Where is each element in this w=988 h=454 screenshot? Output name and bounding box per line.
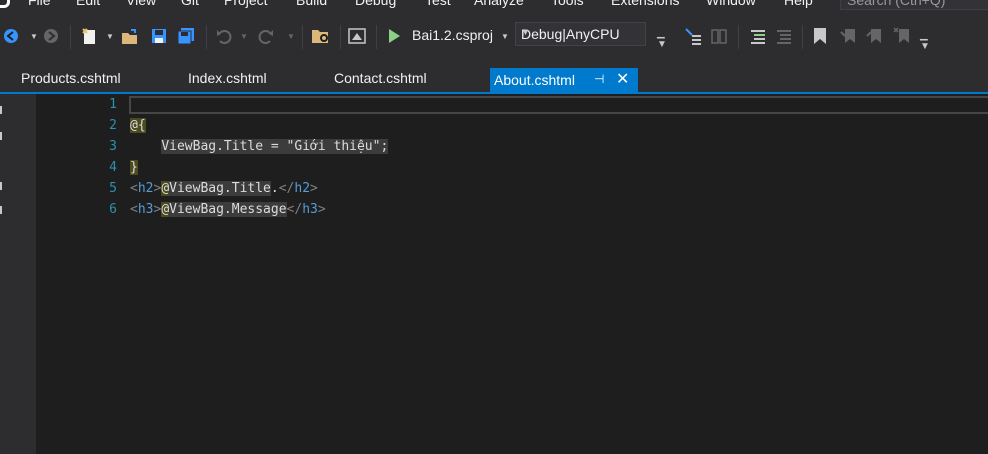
comment-lines-icon[interactable] bbox=[748, 26, 768, 46]
toolbar-options-icon[interactable]: ▁ ▼ bbox=[657, 28, 667, 50]
razor-transition: @ bbox=[161, 202, 170, 217]
razor-expression: ViewBag.Message bbox=[169, 202, 287, 217]
tool-window-strip bbox=[0, 94, 16, 454]
search-placeholder: Search (Ctrl+Q) bbox=[847, 0, 946, 8]
tag-delimiter: < bbox=[130, 181, 138, 196]
startup-project-label[interactable]: Bai1.2.csproj bbox=[412, 27, 493, 43]
solution-configuration-select[interactable]: Debug|AnyCPU ▼ bbox=[515, 22, 646, 46]
indicator-margin bbox=[16, 94, 36, 454]
uncomment-lines-icon[interactable] bbox=[774, 26, 794, 46]
save-icon[interactable] bbox=[150, 27, 168, 45]
step-over-icon[interactable] bbox=[709, 26, 729, 46]
tag-delimiter: </ bbox=[286, 202, 303, 217]
tag-delimiter: < bbox=[130, 202, 138, 217]
visual-studio-logo-icon[interactable] bbox=[0, 0, 10, 8]
redo-dropdown-icon[interactable]: ▼ bbox=[287, 32, 295, 41]
new-dropdown-icon[interactable]: ▼ bbox=[106, 32, 114, 41]
tag-delimiter: > bbox=[317, 202, 326, 217]
line-number: 3 bbox=[109, 139, 117, 154]
csharp-statement: ViewBag.Title = "Giới thiệu"; bbox=[161, 139, 389, 154]
clear-bookmarks-icon[interactable] bbox=[892, 26, 912, 46]
menu-help[interactable]: Help bbox=[784, 0, 813, 8]
back-dropdown-icon[interactable]: ▼ bbox=[30, 32, 38, 41]
document-tab-strip: Products.cshtml Index.cshtml Contact.csh… bbox=[0, 64, 988, 92]
menu-bar: File Edit View Git Project Build Debug T… bbox=[0, 0, 988, 10]
next-bookmark-icon[interactable] bbox=[864, 26, 884, 46]
razor-expression: ViewBag.Title bbox=[169, 181, 271, 196]
menu-extensions[interactable]: Extensions bbox=[611, 0, 679, 8]
tag-name: h3 bbox=[302, 202, 318, 217]
pin-tab-icon[interactable]: ⊣ bbox=[594, 72, 604, 86]
code-line-4: } bbox=[130, 160, 138, 175]
tab-products[interactable]: Products.cshtml bbox=[21, 70, 121, 86]
redo-icon[interactable] bbox=[256, 26, 276, 46]
menu-debug[interactable]: Debug bbox=[355, 0, 396, 8]
tag-name: h2 bbox=[294, 181, 311, 196]
line-number: 5 bbox=[109, 181, 117, 196]
menu-project[interactable]: Project bbox=[224, 0, 268, 8]
undo-dropdown-icon[interactable]: ▼ bbox=[240, 32, 248, 41]
razor-block-open: @{ bbox=[130, 118, 146, 133]
menu-tools[interactable]: Tools bbox=[551, 0, 584, 8]
bookmark-icon[interactable] bbox=[811, 26, 829, 46]
standard-toolbar: ▼ ▼ ▼ ▼ Bai1.2.csproj ▼ Debug|AnyCPU ▼ ▁… bbox=[0, 10, 988, 64]
navigate-back-icon[interactable] bbox=[2, 27, 20, 45]
save-all-icon[interactable] bbox=[176, 26, 196, 46]
start-debugging-icon[interactable] bbox=[386, 27, 402, 45]
close-tab-icon[interactable]: ✕ bbox=[616, 69, 629, 89]
step-into-icon[interactable] bbox=[683, 26, 703, 46]
line-number: 4 bbox=[109, 160, 117, 175]
menu-test[interactable]: Test bbox=[425, 0, 451, 8]
code-line-2: @{ bbox=[130, 118, 146, 133]
search-box[interactable]: Search (Ctrl+Q) bbox=[840, 0, 988, 10]
new-project-icon[interactable] bbox=[80, 26, 100, 46]
current-line-highlight bbox=[129, 96, 988, 114]
tag-delimiter: > bbox=[310, 181, 318, 196]
browser-link-icon[interactable] bbox=[347, 26, 367, 46]
menu-build[interactable]: Build bbox=[296, 0, 327, 8]
undo-icon[interactable] bbox=[214, 26, 234, 46]
tag-name: h3 bbox=[137, 202, 154, 217]
tab-about-label: About.cshtml bbox=[494, 72, 575, 88]
project-dropdown-icon[interactable]: ▼ bbox=[501, 32, 509, 41]
previous-bookmark-icon[interactable] bbox=[838, 26, 858, 46]
menu-window[interactable]: Window bbox=[706, 0, 756, 8]
menu-view[interactable]: View bbox=[126, 0, 156, 8]
menu-file[interactable]: File bbox=[28, 0, 51, 8]
code-editor[interactable]: @{ ViewBag.Title = "Giới thiệu"; } <h2>@… bbox=[124, 94, 988, 454]
menu-analyze[interactable]: Analyze bbox=[474, 0, 524, 8]
line-number: 2 bbox=[109, 118, 117, 133]
text-content: . bbox=[270, 181, 279, 196]
menu-edit[interactable]: Edit bbox=[76, 0, 100, 8]
code-line-3: ViewBag.Title = "Giới thiệu"; bbox=[130, 139, 389, 154]
line-number-gutter: 1 2 3 4 5 6 bbox=[36, 94, 124, 454]
code-line-5: <h2>@ViewBag.Title.</h2> bbox=[130, 181, 318, 196]
navigate-forward-icon[interactable] bbox=[42, 27, 60, 45]
toolbar-overflow-icon[interactable]: ▁ ▼ bbox=[920, 30, 930, 52]
open-file-icon[interactable] bbox=[120, 27, 140, 47]
tag-delimiter: </ bbox=[278, 181, 295, 196]
menu-git[interactable]: Git bbox=[181, 0, 199, 8]
line-number: 1 bbox=[109, 97, 117, 112]
razor-transition: @ bbox=[161, 181, 170, 196]
tab-about[interactable]: About.cshtml ⊣ ✕ bbox=[490, 68, 638, 92]
code-line-6: <h3>@ViewBag.Message</h3> bbox=[130, 202, 326, 217]
tab-contact[interactable]: Contact.cshtml bbox=[334, 70, 427, 86]
tab-index[interactable]: Index.cshtml bbox=[188, 70, 267, 86]
find-in-files-icon[interactable] bbox=[310, 26, 332, 46]
tag-name: h2 bbox=[137, 181, 154, 196]
razor-block-close: } bbox=[130, 160, 138, 175]
line-number: 6 bbox=[109, 202, 117, 217]
chevron-down-icon: ▼ bbox=[521, 27, 530, 37]
